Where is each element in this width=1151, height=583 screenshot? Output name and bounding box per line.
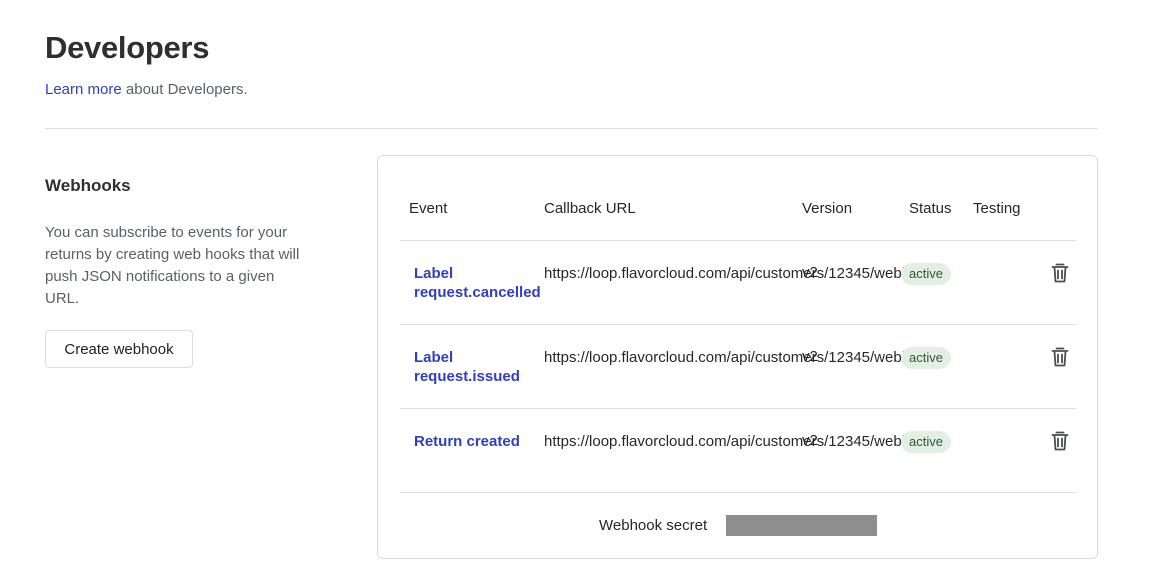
trash-icon[interactable] [1050, 430, 1070, 452]
row-divider-line [400, 492, 1076, 493]
create-webhook-button[interactable]: Create webhook [45, 330, 193, 368]
column-header-version: Version [802, 200, 853, 217]
version-value: v2 [802, 348, 818, 365]
callback-url: https://loop.flavorcloud.com/api/custome… [544, 349, 942, 366]
status-badge: active [901, 347, 951, 369]
webhooks-section-title: Webhooks [45, 176, 131, 195]
event-link-label-request-cancelled[interactable]: Label request.cancelled [414, 264, 554, 302]
learn-more-link[interactable]: Learn more [45, 81, 122, 98]
page-title: Developers [45, 30, 210, 65]
learn-more-suffix: about Developers. [121, 81, 248, 98]
callback-url: https://loop.flavorcloud.com/api/custome… [544, 265, 942, 282]
developers-page: Developers Learn more about Developers. … [0, 0, 1151, 583]
trash-icon[interactable] [1050, 262, 1070, 284]
column-header-testing: Testing [973, 200, 1021, 217]
webhooks-description: You can subscribe to events for your ret… [45, 224, 300, 307]
event-link-return-created[interactable]: Return created [414, 432, 554, 451]
column-header-event: Event [409, 200, 448, 217]
column-header-callback-url: Callback URL [544, 200, 636, 217]
status-badge: active [901, 263, 951, 285]
page-subtitle: Learn more about Developers. [45, 81, 248, 98]
row-divider-line [400, 324, 1076, 325]
webhook-secret-label: Webhook secret [599, 517, 708, 534]
header-divider [45, 128, 1098, 129]
column-header-status: Status [909, 200, 952, 217]
trash-icon[interactable] [1050, 346, 1070, 368]
status-badge: active [901, 431, 951, 453]
webhook-secret-redacted [726, 515, 877, 536]
event-link-label-request-issued[interactable]: Label request.issued [414, 348, 554, 386]
version-value: v2 [802, 264, 818, 281]
version-value: v2 [802, 432, 818, 449]
header-divider-line [400, 240, 1076, 241]
row-divider-line [400, 408, 1076, 409]
callback-url: https://loop.flavorcloud.com/api/custome… [544, 433, 942, 450]
